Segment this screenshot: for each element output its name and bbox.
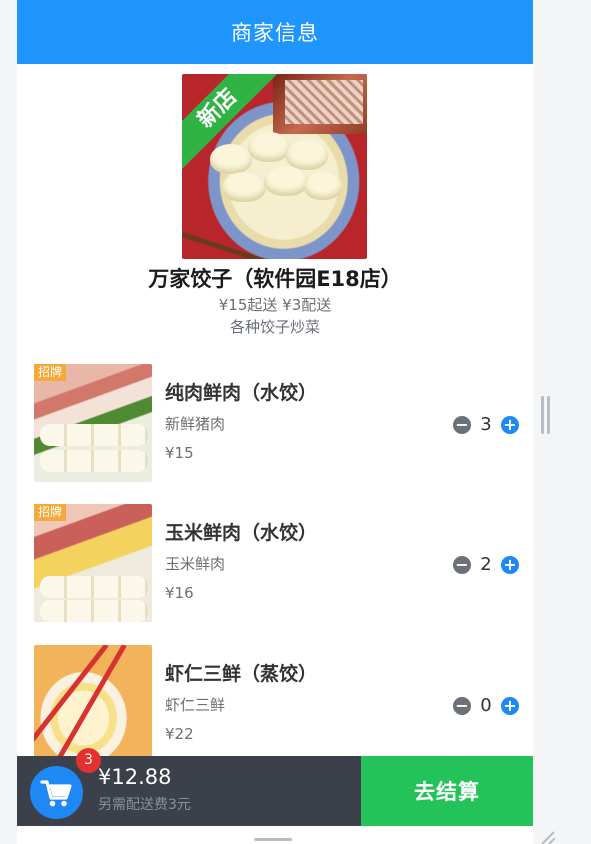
- page-title: 商家信息: [17, 0, 533, 64]
- dish-item[interactable]: 招牌 纯肉鲜肉（水饺） 新鲜猪肉 ¥15 − 3 +: [17, 364, 533, 494]
- quantity-count: 2: [480, 554, 492, 575]
- shop-tagline: 各种饺子炒菜: [229, 318, 320, 336]
- cart-total: ¥12.88: [98, 765, 172, 789]
- dish-description: 新鲜猪肉: [165, 415, 226, 433]
- quantity-stepper: − 2 +: [453, 554, 519, 578]
- dish-photo: [34, 504, 152, 622]
- dish-name: 玉米鲜肉（水饺）: [165, 522, 318, 544]
- dish-item[interactable]: 招牌 玉米鲜肉（水饺） 玉米鲜肉 ¥16 − 2 +: [17, 504, 533, 634]
- shop-delivery-info: ¥15起送 ¥3配送: [218, 296, 332, 314]
- dish-name: 纯肉鲜肉（水饺）: [165, 382, 318, 404]
- shopping-cart-icon[interactable]: [26, 762, 87, 823]
- dish-name: 虾仁三鲜（蒸饺）: [165, 663, 318, 685]
- shop-name: 万家饺子（软件园E18店）: [148, 267, 402, 291]
- signature-tag: 招牌: [34, 364, 66, 381]
- plus-icon[interactable]: +: [501, 556, 519, 574]
- dish-photo: [34, 364, 152, 482]
- quantity-count: 0: [480, 695, 492, 716]
- resize-grip-icon[interactable]: [540, 828, 556, 844]
- dish-price: ¥15: [165, 444, 194, 462]
- scroll-grip-line: [547, 396, 550, 434]
- scrollbar-handle[interactable]: [541, 396, 551, 434]
- delivery-fee-note: 另需配送费3元: [98, 797, 191, 813]
- dish-price: ¥16: [165, 584, 194, 602]
- plus-icon[interactable]: +: [501, 416, 519, 434]
- cart-count-badge: 3: [76, 748, 101, 773]
- signature-tag: 招牌: [34, 504, 66, 521]
- plus-icon[interactable]: +: [501, 697, 519, 715]
- quantity-count: 3: [480, 414, 492, 435]
- scroll-grip-line: [541, 396, 544, 434]
- quantity-stepper: − 0 +: [453, 695, 519, 719]
- app-screen: 商家信息 新店 万家饺子（软件园E18店） ¥15起送 ¥3配送 各种饺子炒菜 …: [17, 0, 533, 844]
- quantity-stepper: − 3 +: [453, 414, 519, 438]
- home-indicator: [254, 838, 292, 841]
- checkout-button[interactable]: 去结算: [361, 756, 533, 826]
- minus-icon[interactable]: −: [453, 697, 471, 715]
- minus-icon[interactable]: −: [453, 556, 471, 574]
- minus-icon[interactable]: −: [453, 416, 471, 434]
- dish-photo: [34, 645, 152, 763]
- dish-description: 玉米鲜肉: [165, 555, 226, 573]
- shop-photo: 新店: [182, 74, 367, 259]
- dish-description: 虾仁三鲜: [165, 696, 226, 714]
- dish-price: ¥22: [165, 725, 194, 743]
